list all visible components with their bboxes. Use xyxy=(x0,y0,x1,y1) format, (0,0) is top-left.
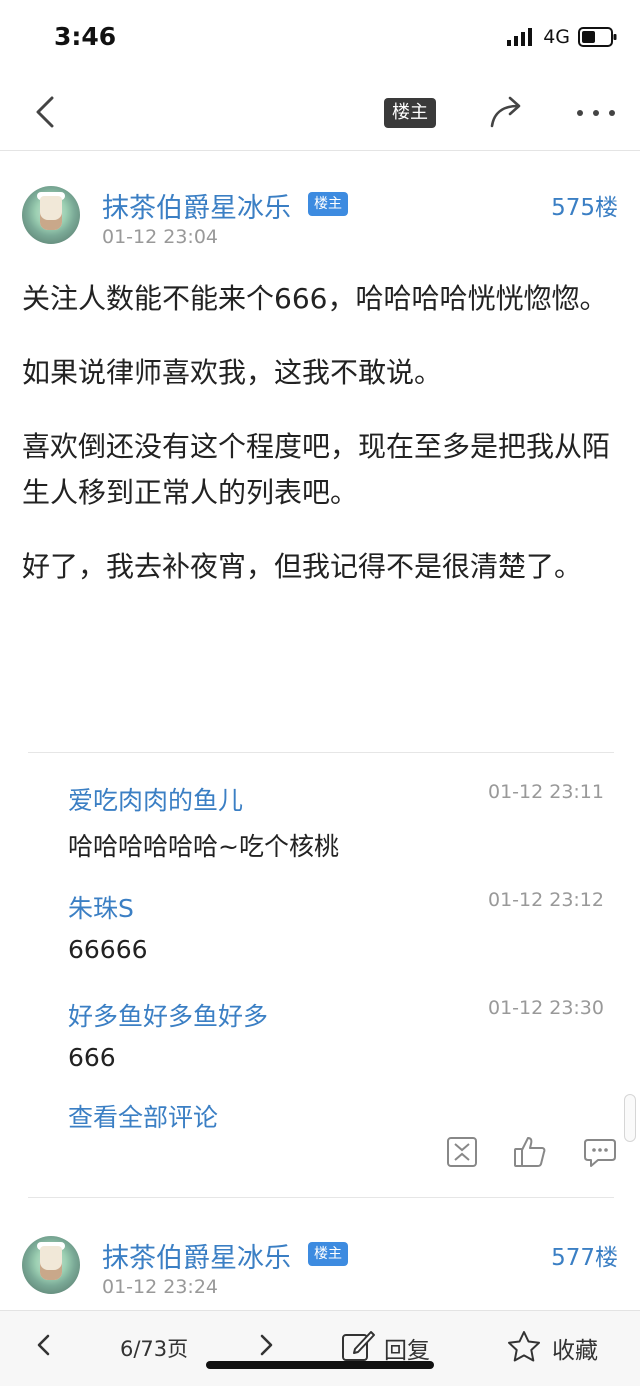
post-paragraph: 喜欢倒还没有这个程度吧，现在至多是把我从陌生人移到正常人的列表吧。 xyxy=(22,430,611,509)
avatar-cup xyxy=(40,1246,62,1280)
comment-text: 哈哈哈哈哈哈~吃个核桃 xyxy=(68,832,339,861)
post-time: 01-12 23:04 xyxy=(102,226,219,248)
home-indicator[interactable] xyxy=(206,1361,434,1369)
share-icon[interactable] xyxy=(486,92,528,134)
comment-item: 爱吃肉肉的鱼儿 01-12 23:11 哈哈哈哈哈哈~吃个核桃 xyxy=(28,753,614,861)
louzhu-badge: 楼主 xyxy=(308,192,348,216)
scrollbar-handle[interactable] xyxy=(624,1094,636,1142)
page-indicator[interactable]: 6/73页 xyxy=(120,1333,188,1363)
view-all-comments-link[interactable]: 查看全部评论 xyxy=(68,1098,218,1134)
signal-icon xyxy=(507,28,533,46)
post-header: 抹茶伯爵星冰乐 楼主 01-12 23:04 575楼 xyxy=(0,186,640,276)
comment-author[interactable]: 爱吃肉肉的鱼儿 xyxy=(68,781,243,817)
comment-time: 01-12 23:11 xyxy=(487,781,604,803)
reply-button[interactable]: 回复 xyxy=(384,1331,430,1365)
post-time: 01-12 23:24 xyxy=(102,1276,219,1298)
post-divider xyxy=(28,1197,614,1198)
status-time: 3:46 xyxy=(54,22,117,51)
avatar-cup xyxy=(40,196,62,230)
more-icon[interactable] xyxy=(574,98,618,128)
post-paragraph: 好了，我去补夜宵，但我记得不是很清楚了。 xyxy=(22,550,583,583)
post-paragraph: 关注人数能不能来个666，哈哈哈哈恍恍惚惚。 xyxy=(22,282,608,315)
comment-time: 01-12 23:30 xyxy=(487,997,604,1019)
avatar[interactable] xyxy=(22,1236,80,1294)
comment-icon[interactable] xyxy=(582,1134,618,1170)
favorite-button[interactable]: 收藏 xyxy=(552,1331,598,1365)
thumbs-up-icon[interactable] xyxy=(512,1134,548,1170)
status-bar: 3:46 4G xyxy=(0,0,640,78)
next-page-icon[interactable] xyxy=(252,1331,280,1359)
louzhu-badge: 楼主 xyxy=(308,1242,348,1266)
status-indicators: 4G xyxy=(507,26,618,48)
star-icon[interactable] xyxy=(506,1329,542,1363)
top-nav-bar: 楼主 xyxy=(0,78,640,151)
comment-item: 朱珠S 01-12 23:12 66666 xyxy=(28,861,614,969)
comment-text: 666 xyxy=(68,1043,116,1072)
battery-icon xyxy=(578,27,617,47)
edit-icon[interactable] xyxy=(340,1329,376,1363)
comment-list: 爱吃肉肉的鱼儿 01-12 23:11 哈哈哈哈哈哈~吃个核桃 朱珠S 01-1… xyxy=(28,752,614,1077)
floor-number: 575楼 xyxy=(551,195,618,221)
comment-author[interactable]: 好多鱼好多鱼好多 xyxy=(68,997,268,1033)
bottom-toolbar: 6/73页 回复 收藏 xyxy=(0,1310,640,1386)
back-icon[interactable] xyxy=(26,90,70,134)
author-name[interactable]: 抹茶伯爵星冰乐 xyxy=(102,1236,291,1275)
prev-page-icon[interactable] xyxy=(30,1331,58,1359)
network-type: 4G xyxy=(543,26,570,48)
post-paragraph: 如果说律师喜欢我，这我不敢说。 xyxy=(22,356,443,389)
comment-item: 好多鱼好多鱼好多 01-12 23:30 666 xyxy=(28,969,614,1077)
comment-text: 66666 xyxy=(68,935,148,964)
louzhu-filter-button[interactable]: 楼主 xyxy=(384,98,436,128)
post-content: 关注人数能不能来个666，哈哈哈哈恍恍惚惚。 如果说律师喜欢我，这我不敢说。 喜… xyxy=(22,276,622,618)
report-icon[interactable] xyxy=(444,1134,480,1170)
comment-author[interactable]: 朱珠S xyxy=(68,889,134,925)
avatar[interactable] xyxy=(22,186,80,244)
floor-number: 577楼 xyxy=(551,1245,618,1271)
comment-time: 01-12 23:12 xyxy=(487,889,604,911)
author-name[interactable]: 抹茶伯爵星冰乐 xyxy=(102,186,291,225)
